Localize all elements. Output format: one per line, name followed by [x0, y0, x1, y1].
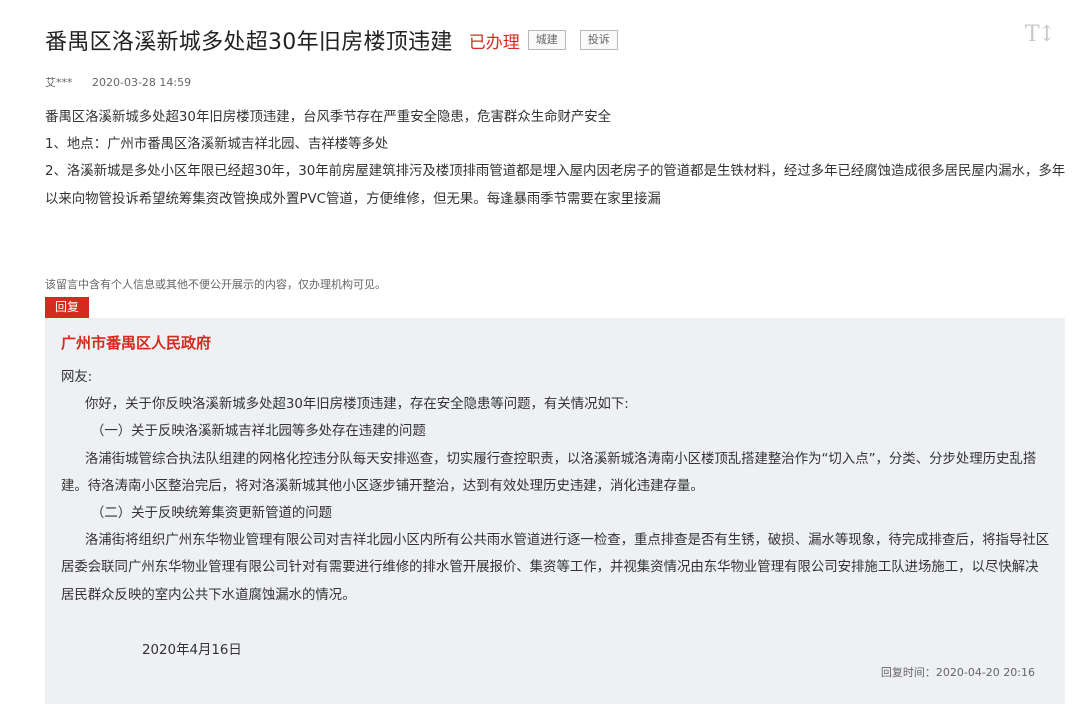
reply-body: 网友: 你好，关于你反映洛溪新城多处超30年旧房楼顶违建，存在安全隐患等问题，有…: [61, 364, 1051, 609]
reply-heading: （一）关于反映洛溪新城吉祥北园等多处存在违建的问题: [91, 424, 426, 440]
reply-paragraph: 你好，关于你反映洛溪新城多处超30年旧房楼顶违建，存在安全隐患等问题，有关情况如…: [85, 397, 629, 413]
post-date: 2020-03-28 14:59: [92, 76, 192, 89]
reply-greeting: 网友:: [61, 370, 93, 385]
status-label: 已办理: [468, 32, 520, 53]
reply-sign-date: 2020年4月16日: [142, 643, 242, 658]
reply-box: 广州市番禺区人民政府 网友: 你好，关于你反映洛溪新城多处超30年旧房楼顶违建，…: [45, 318, 1065, 704]
content-paragraph: 番禺区洛溪新城多处超30年旧房楼顶违建，台风季节存在严重安全隐患，危害群众生命财…: [45, 110, 612, 125]
font-size-toggle-icon[interactable]: T↕: [1025, 22, 1056, 47]
reply-badge: 回复: [45, 297, 90, 318]
post-content: 番禺区洛溪新城多处超30年旧房楼顶违建，台风季节存在严重安全隐患，危害群众生命财…: [45, 104, 1070, 213]
content-paragraph: 1、地点：广州市番禺区洛溪新城吉祥北园、吉祥楼等多处: [45, 137, 389, 153]
privacy-note: 该留言中含有个人信息或其他不便公开展示的内容，仅办理机构可见。: [45, 278, 386, 291]
tag-category[interactable]: 城建: [527, 30, 566, 50]
author-name: 艾***: [45, 76, 73, 89]
content-paragraph: 2、洛溪新城是多处小区年限已经超30年，30年前房屋建筑排污及楼顶排雨管道都是埋…: [45, 164, 1066, 207]
title-row: 番禺区洛溪新城多处超30年旧房楼顶违建 已办理 城建 投诉: [45, 24, 618, 56]
reply-time: 回复时间：2020-04-20 20:16: [880, 666, 1035, 679]
tag-type[interactable]: 投诉: [579, 30, 618, 50]
reply-paragraph: 洛浦街将组织广州东华物业管理有限公司对吉祥北园小区内所有公共雨水管道进行逐一检查…: [61, 533, 1050, 603]
reply-paragraph: 洛浦街城管综合执法队组建的网格化控违分队每天安排巡查，切实履行查控职责，以洛溪新…: [61, 451, 1037, 494]
page-title: 番禺区洛溪新城多处超30年旧房楼顶违建: [45, 30, 453, 55]
post-meta: 艾*** 2020-03-28 14:59: [45, 74, 191, 90]
reply-heading: （二）关于反映统筹集资更新管道的问题: [91, 506, 333, 522]
reply-organization: 广州市番禺区人民政府: [61, 334, 212, 352]
